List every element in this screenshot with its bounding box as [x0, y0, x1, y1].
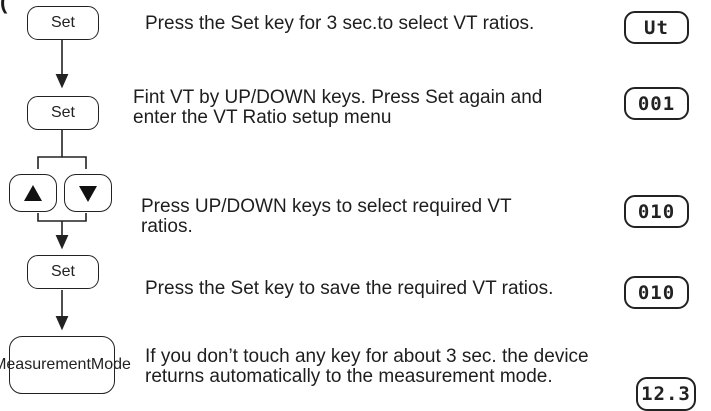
step-5-line-2: returns automatically to the measurement… — [145, 366, 553, 387]
display-step-3: 010 — [624, 195, 689, 228]
step-4-text: Press the Set key to save the required V… — [145, 279, 553, 299]
display-step-5: 12.3 — [636, 377, 696, 411]
down-key[interactable] — [64, 174, 112, 212]
display-step-1: Ut — [624, 11, 689, 44]
set-key-2[interactable]: Set — [27, 96, 99, 130]
step-1-text: Press the Set key for 3 sec.to select VT… — [145, 14, 534, 34]
step-3-text: Press UP/DOWN keys to select required VT… — [141, 197, 512, 237]
step-3-line-1: Press UP/DOWN keys to select required VT — [141, 196, 512, 217]
step-5-text: If you don’t touch any key for about 3 s… — [145, 347, 589, 387]
measurement-mode-line-2: Mode — [90, 356, 131, 373]
step-3-line-2: ratios. — [141, 216, 193, 237]
measurement-mode-key[interactable]: Measurement Mode — [0, 336, 131, 394]
measurement-mode-line-1: Measurement — [0, 356, 91, 373]
step-1-line-1: Press the Set key for 3 sec.to select VT… — [145, 13, 535, 34]
display-step-2: 001 — [624, 87, 689, 120]
display-step-4: 010 — [624, 276, 689, 309]
set-key-1[interactable]: Set — [27, 6, 99, 40]
up-triangle-icon — [24, 185, 42, 201]
up-key[interactable] — [9, 174, 57, 212]
step-2-line-2: enter the VT Ratio setup menu — [133, 107, 392, 128]
step-2-line-1: Fint VT by UP/DOWN keys. Press Set again… — [133, 87, 543, 108]
step-2-text: Fint VT by UP/DOWN keys. Press Set again… — [133, 88, 542, 128]
set-key-3[interactable]: Set — [27, 255, 99, 289]
step-4-line-1: Press the Set key to save the required V… — [145, 278, 554, 299]
bracket-top — [37, 156, 87, 169]
down-triangle-icon — [79, 186, 97, 202]
bracket-bottom — [37, 213, 87, 222]
step-5-line-1: If you don’t touch any key for about 3 s… — [145, 346, 589, 367]
